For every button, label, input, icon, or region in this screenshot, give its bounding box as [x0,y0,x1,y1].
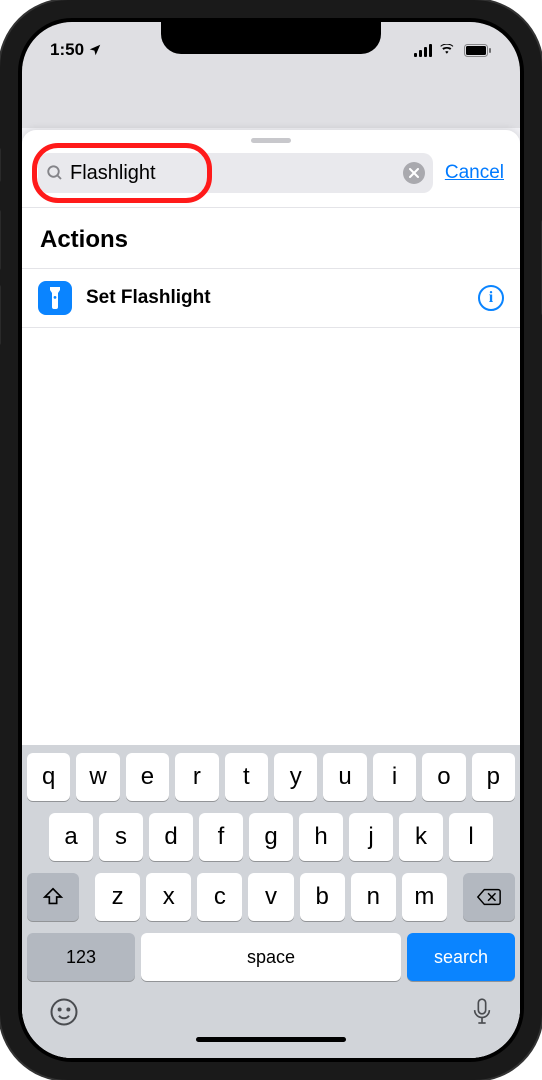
dictation-button[interactable] [471,997,493,1027]
shift-icon [42,886,64,908]
key-c[interactable]: c [197,873,242,921]
flashlight-icon [38,281,72,315]
key-b[interactable]: b [300,873,345,921]
dimmed-background [22,70,520,128]
location-arrow-icon [88,43,102,57]
backspace-key[interactable] [463,873,515,921]
key-d[interactable]: d [149,813,193,861]
key-y[interactable]: y [274,753,317,801]
key-w[interactable]: w [76,753,119,801]
section-header-actions: Actions [22,208,520,268]
emoji-icon [49,997,79,1027]
key-p[interactable]: p [472,753,515,801]
key-o[interactable]: o [422,753,465,801]
key-j[interactable]: j [349,813,393,861]
info-icon: i [489,289,493,307]
key-q[interactable]: q [27,753,70,801]
emoji-button[interactable] [49,997,79,1027]
info-button[interactable]: i [478,285,504,311]
sheet-grabber[interactable] [251,138,291,143]
action-list: Set Flashlight i [22,268,520,328]
close-icon [409,168,419,178]
mic-icon [471,997,493,1027]
action-search-sheet: Flashlight Cancel Actions Set Flashlight [22,130,520,1058]
key-l[interactable]: l [449,813,493,861]
search-input[interactable]: Flashlight [38,153,433,193]
keyboard: q w e r t y u i o p a s d [22,745,520,1058]
search-key[interactable]: search [407,933,515,981]
key-m[interactable]: m [402,873,447,921]
numeric-key[interactable]: 123 [27,933,135,981]
clear-search-button[interactable] [403,162,425,184]
keyboard-row-3: z x c v b n m [27,873,515,921]
key-g[interactable]: g [249,813,293,861]
cellular-icon [414,44,434,57]
search-icon [46,164,64,182]
shift-key[interactable] [27,873,79,921]
key-t[interactable]: t [225,753,268,801]
key-u[interactable]: u [323,753,366,801]
key-e[interactable]: e [126,753,169,801]
key-a[interactable]: a [49,813,93,861]
space-key[interactable]: space [141,933,401,981]
key-h[interactable]: h [299,813,343,861]
notch [161,22,381,54]
battery-icon [464,44,492,57]
backspace-icon [476,887,502,907]
keyboard-row-1: q w e r t y u i o p [27,753,515,801]
search-value: Flashlight [70,162,397,185]
key-v[interactable]: v [248,873,293,921]
key-f[interactable]: f [199,813,243,861]
status-time: 1:50 [50,40,84,60]
key-s[interactable]: s [99,813,143,861]
key-i[interactable]: i [373,753,416,801]
cancel-button[interactable]: Cancel [445,162,504,184]
action-row-set-flashlight[interactable]: Set Flashlight i [22,269,520,327]
wifi-icon [440,44,458,57]
keyboard-row-4: 123 space search [27,933,515,981]
key-n[interactable]: n [351,873,396,921]
key-r[interactable]: r [175,753,218,801]
key-z[interactable]: z [95,873,140,921]
keyboard-row-2: a s d f g h j k l [27,813,515,861]
home-indicator[interactable] [196,1037,346,1042]
key-x[interactable]: x [146,873,191,921]
key-k[interactable]: k [399,813,443,861]
action-title: Set Flashlight [86,287,464,309]
